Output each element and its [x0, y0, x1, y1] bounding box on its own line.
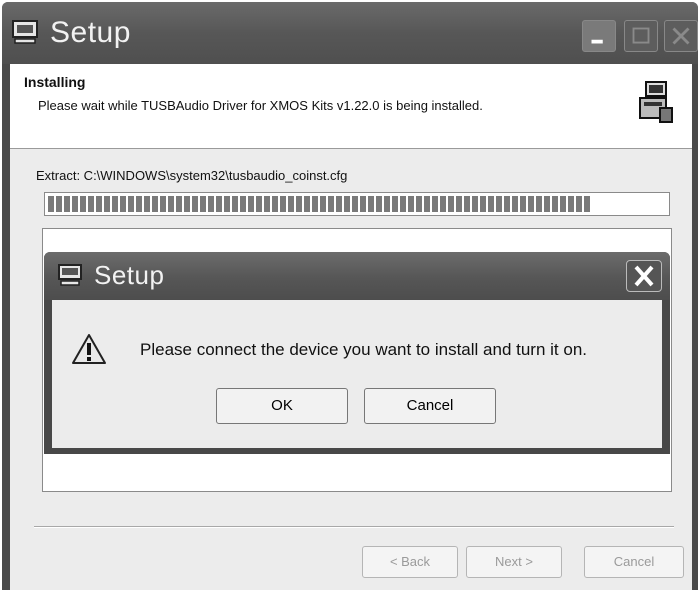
- cancel-button[interactable]: Cancel: [584, 546, 684, 578]
- close-icon: [634, 265, 654, 287]
- dialog-cancel-button[interactable]: Cancel: [364, 388, 496, 424]
- minimize-button[interactable]: [582, 20, 616, 52]
- maximize-icon: [632, 27, 650, 44]
- back-button[interactable]: < Back: [362, 546, 458, 578]
- install-progress-bar: [44, 192, 670, 216]
- progress-bar-fill: [48, 196, 592, 212]
- connect-device-dialog: Setup Please connect the device you want…: [44, 252, 670, 454]
- window-titlebar[interactable]: Setup: [2, 2, 698, 64]
- dialog-close-button[interactable]: [626, 260, 662, 292]
- setup-window-icon: [12, 20, 38, 44]
- close-icon: [672, 27, 690, 45]
- dialog-title: Setup: [94, 260, 165, 290]
- installer-icon: [639, 81, 673, 123]
- installer-header: Installing Please wait while TUSBAudio D…: [10, 64, 692, 149]
- close-button: [664, 20, 698, 52]
- window-title: Setup: [50, 16, 131, 49]
- warning-icon: [72, 334, 106, 364]
- dialog-body: Please connect the device you want to in…: [52, 300, 662, 448]
- page-subtitle: Please wait while TUSBAudio Driver for X…: [38, 98, 483, 113]
- progress-status-text: Extract: C:\WINDOWS\system32\tusbaudio_c…: [36, 168, 348, 183]
- dialog-titlebar[interactable]: Setup: [44, 252, 670, 300]
- dialog-message: Please connect the device you want to in…: [140, 340, 587, 359]
- ok-button[interactable]: OK: [216, 388, 348, 424]
- setup-dialog-icon: [58, 264, 82, 286]
- footer-divider: [34, 526, 674, 528]
- page-title: Installing: [24, 74, 86, 90]
- maximize-button: [624, 20, 658, 52]
- minimize-icon: [591, 39, 603, 44]
- next-button[interactable]: Next >: [466, 546, 562, 578]
